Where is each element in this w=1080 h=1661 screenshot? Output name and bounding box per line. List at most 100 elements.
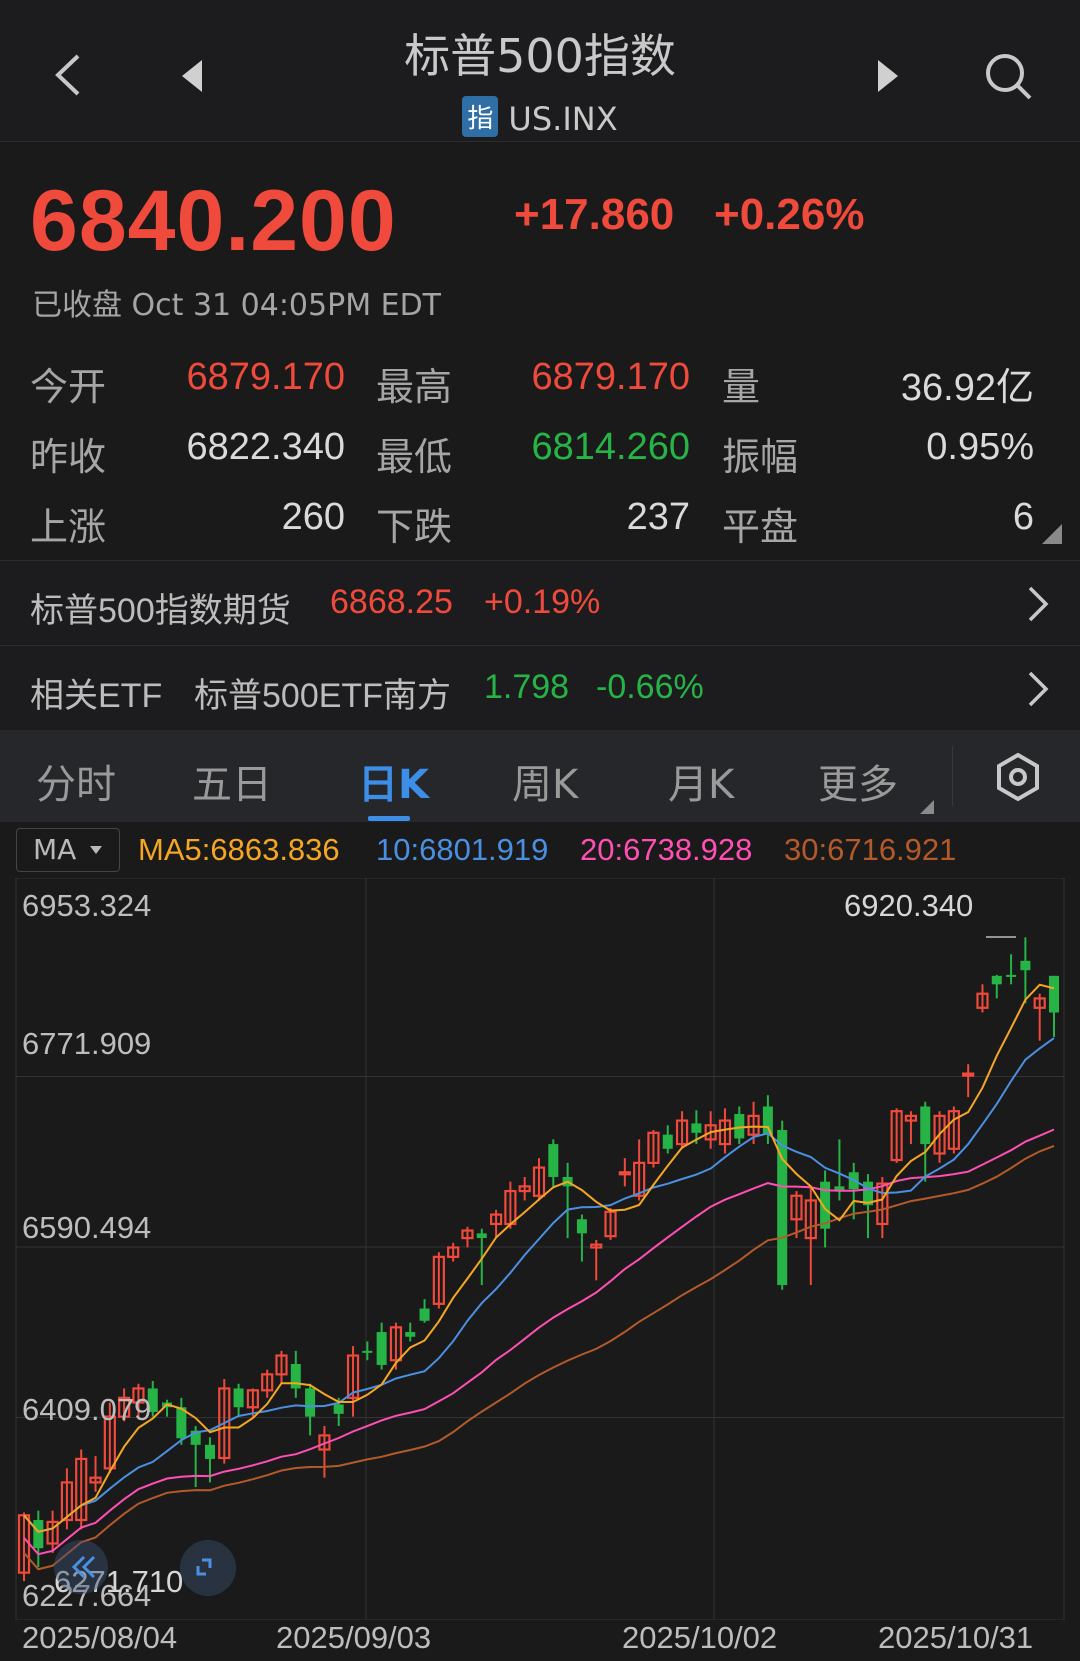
last-price: 6840.200 (30, 173, 397, 269)
ma30-line (23, 1144, 1055, 1571)
max-price-label: 6920.340 (844, 888, 974, 923)
next-triangle-icon[interactable] (876, 58, 902, 94)
candle-body-down (662, 1134, 673, 1149)
stat-label-volume: 量 (722, 365, 761, 409)
candle-body-down (233, 1388, 244, 1408)
x-tick-label: 2025/08/04 (22, 1620, 178, 1655)
scroll-left-button[interactable] (54, 1540, 108, 1594)
dropdown-corner-icon (920, 800, 934, 814)
candle-body-down (991, 975, 1002, 985)
stat-label-high: 最高 (376, 365, 453, 409)
etf-row[interactable]: 相关ETF 标普500ETF南方 1.798 -0.66% (0, 645, 1080, 730)
stat-label-decliners: 下跌 (376, 505, 453, 549)
kline-svg (15, 878, 1065, 1620)
futures-pct: +0.19% (484, 583, 601, 621)
x-tick-label: 2025/10/02 (622, 1620, 778, 1655)
ma20-value: 20:6738.928 (580, 832, 753, 867)
candle-body-down (476, 1233, 487, 1239)
stat-value-volume: 36.92亿 (900, 367, 1034, 409)
ma-indicator-row: MA MA5:6863.836 10:6801.919 20:6738.928 … (0, 822, 1080, 878)
symbol-row: 指 US.INX (0, 96, 1080, 138)
stat-label-advancers: 上涨 (30, 505, 107, 549)
tab-divider (952, 746, 953, 806)
stat-value-open: 6879.170 (186, 356, 346, 398)
active-tab-indicator (368, 816, 410, 821)
indicator-selector[interactable]: MA (16, 828, 120, 872)
tab-weekly-k[interactable]: 周K (512, 752, 578, 810)
candle-body-down (734, 1114, 745, 1139)
candle-body-down (405, 1332, 416, 1337)
candle-body-down (305, 1388, 316, 1417)
candle-body-down (376, 1332, 387, 1365)
etf-pct: -0.66% (596, 668, 704, 706)
stat-label-prev-close: 昨收 (30, 435, 107, 479)
stat-value-advancers: 260 (281, 496, 345, 538)
etf-price: 1.798 (484, 668, 570, 706)
price-change-pct: +0.26% (714, 190, 865, 239)
chevron-right-icon (1028, 586, 1049, 622)
futures-label: 标普500指数期货 (30, 592, 291, 630)
candle-body-down (1048, 975, 1060, 1013)
y-tick-label: 6409.079 (22, 1392, 152, 1427)
top-bar: 标普500指数 指 US.INX (0, 0, 1080, 142)
ma5-value: MA5:6863.836 (138, 832, 340, 867)
candle-body-down (548, 1144, 559, 1177)
futures-row[interactable]: 标普500指数期货 6868.25 +0.19% (0, 560, 1080, 644)
x-tick-label: 2025/09/03 (276, 1620, 432, 1655)
candle-body-down (1020, 960, 1031, 971)
chevron-right-icon (1028, 671, 1049, 707)
stat-value-amplitude: 0.95% (926, 426, 1034, 468)
ma30-value: 30:6716.921 (784, 832, 957, 867)
x-tick-label: 2025/10/31 (878, 1620, 1034, 1655)
kline-chart[interactable]: 6953.324 6771.909 6590.494 6409.079 6227… (0, 878, 1080, 1661)
y-tick-label: 6771.909 (22, 1026, 152, 1061)
double-chevron-left-icon (71, 1555, 96, 1579)
stat-label-open: 今开 (30, 365, 107, 409)
stat-label-amplitude: 振幅 (722, 435, 799, 479)
candle-body-down (333, 1404, 344, 1414)
tab-monthly-k[interactable]: 月K (668, 752, 734, 810)
candle-body-down (1006, 974, 1017, 977)
stat-value-unchanged: 6 (1012, 496, 1034, 538)
ma5-line (23, 983, 1055, 1533)
tab-daily-k[interactable]: 日K (358, 752, 429, 810)
price-change: +17.860 (514, 190, 675, 239)
candle-body-down (762, 1106, 773, 1135)
market-status: 已收盘 Oct 31 04:05PM EDT (32, 288, 441, 323)
plot-frame (15, 878, 1065, 1620)
tab-more[interactable]: 更多 (818, 752, 898, 810)
expand-corner-icon[interactable] (1040, 522, 1064, 546)
stat-label-unchanged: 平盘 (722, 505, 799, 549)
settings-hexagon-icon[interactable] (994, 752, 1042, 802)
stat-value-low: 6814.260 (531, 426, 691, 468)
page-title: 标普500指数 (404, 29, 676, 83)
y-tick-label: 6590.494 (22, 1210, 152, 1245)
quote-panel: 6840.200 +17.860 +0.26% 已收盘 Oct 31 04:05… (0, 142, 1080, 560)
fullscreen-button[interactable] (180, 1540, 236, 1596)
indicator-selector-label: MA (33, 833, 77, 866)
candle-body-up (618, 1171, 631, 1176)
tab-intraday[interactable]: 分时 (36, 752, 116, 810)
symbol-code: US.INX (508, 100, 618, 138)
etf-name: 标普500ETF南方 (194, 677, 451, 715)
stat-value-decliners: 237 (626, 496, 690, 538)
futures-price: 6868.25 (330, 583, 453, 621)
candle-body-up (962, 1072, 975, 1077)
expand-icon (196, 1558, 212, 1576)
stat-value-high: 6879.170 (531, 356, 691, 398)
candle-body-down (691, 1123, 702, 1133)
index-badge: 指 (462, 96, 499, 137)
y-tick-label: 6953.324 (22, 888, 152, 923)
stat-value-prev-close: 6822.340 (186, 426, 346, 468)
stat-label-low: 最低 (376, 435, 453, 479)
candle-body-down (920, 1106, 931, 1145)
candle-body-down (290, 1364, 301, 1389)
tab-five-day[interactable]: 五日 (192, 752, 272, 810)
candle-body-down (419, 1308, 430, 1321)
search-icon[interactable] (984, 52, 1034, 102)
candle-body-down (204, 1444, 215, 1459)
candle-body-down (33, 1520, 44, 1549)
etf-label: 相关ETF (30, 677, 163, 715)
candle-body-down (576, 1219, 587, 1234)
caret-down-icon (90, 846, 102, 854)
